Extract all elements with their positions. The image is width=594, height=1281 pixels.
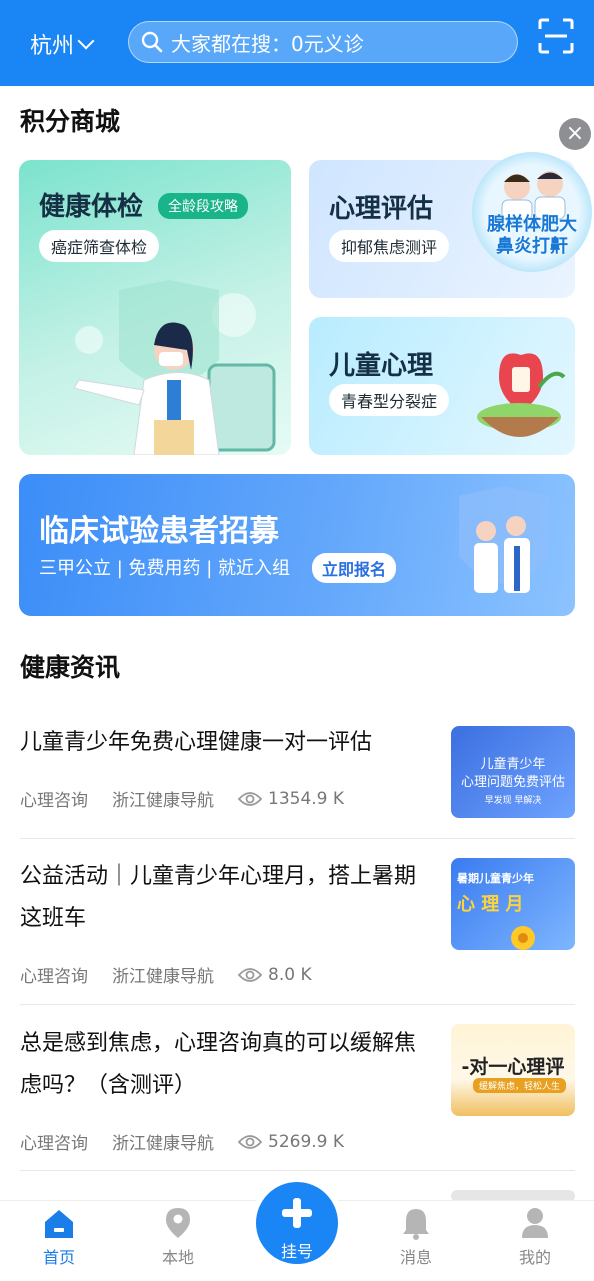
age-guide-tag: 全龄段攻略 [158, 193, 248, 219]
floating-ad-text: 腺样体肥大 鼻炎打鼾 [487, 214, 577, 257]
thumb-line: 心理问题免费评估 [460, 775, 565, 790]
divider [20, 1170, 575, 1171]
banner-title: 临床试验患者招募 [39, 514, 279, 549]
location-pin-icon [166, 1208, 190, 1238]
news-title: 总是感到焦虑，心理咨询真的可以缓解焦虑吗？（含测评） [20, 1031, 417, 1098]
thumb-line: 心 理 月 [457, 894, 524, 915]
child-psych-card[interactable]: 儿童心理 青春型分裂症 [309, 317, 575, 455]
scan-icon[interactable] [538, 18, 574, 54]
close-icon: × [565, 121, 585, 146]
banner-doctors-illustration [459, 486, 549, 593]
psych-eval-title: 心理评估 [329, 194, 434, 224]
divider [20, 1004, 575, 1005]
child-psych-title: 儿童心理 [329, 351, 434, 381]
tab-register-label: 挂号 [280, 1242, 313, 1261]
news-category: 心理咨询 [20, 1134, 88, 1154]
psych-eval-subtitle: 抑郁焦虑测评 [329, 230, 450, 262]
search-placeholder: 大家都在搜：0元义诊 [171, 31, 364, 56]
news-source: 浙江健康导航 [112, 791, 214, 811]
chevron-down-icon [77, 32, 95, 50]
close-ad-button[interactable]: × [559, 118, 591, 150]
news-views: 5269.9 K [238, 1132, 368, 1152]
news-view-count: 1354.9 K [268, 788, 345, 809]
thumb-line: 暑期儿童青少年 [457, 872, 534, 885]
news-meta: 心理咨询 浙江健康导航 8.0 K [20, 962, 336, 988]
news-thumbnail: 儿童青少年 心理问题免费评估 早发现 早解决 [451, 726, 575, 818]
news-title: 儿童青少年免费心理健康一对一评估 [20, 730, 373, 755]
search-bar[interactable]: 大家都在搜：0元义诊 [128, 21, 518, 63]
city-selector[interactable]: 杭州 [30, 28, 95, 60]
news-meta: 心理咨询 浙江健康导航 5269.9 K [20, 1129, 368, 1155]
eye-icon [238, 1134, 262, 1149]
thumb-line: 缓解焦虑，轻松人生 [473, 1078, 567, 1093]
banner-subtitle: 三甲公立 | 免费用药 | 就近入组 [39, 558, 291, 579]
health-check-subtitle: 癌症筛查体检 [39, 230, 160, 262]
tab-mine-label: 我的 [518, 1248, 551, 1267]
divider [20, 838, 575, 839]
doctor-illustration [73, 280, 276, 455]
eye-icon [238, 967, 262, 982]
news-meta: 心理咨询 浙江健康导航 1354.9 K [20, 786, 368, 812]
news-views: 8.0 K [238, 965, 336, 985]
register-now-button[interactable]: 立即报名 [312, 553, 397, 583]
register-fab-button[interactable]: 挂号 [256, 1182, 338, 1264]
tab-messages-label: 消息 [399, 1248, 432, 1267]
child-psych-illustration [477, 353, 566, 437]
tab-home-label: 首页 [42, 1248, 75, 1267]
news-source: 浙江健康导航 [112, 1134, 214, 1154]
plus-icon [282, 1198, 312, 1228]
news-category: 心理咨询 [20, 967, 88, 987]
search-icon [141, 31, 163, 53]
tab-local-label: 本地 [161, 1248, 194, 1267]
news-category: 心理咨询 [20, 791, 88, 811]
user-icon [522, 1208, 548, 1238]
news-source: 浙江健康导航 [112, 967, 214, 987]
tab-messages[interactable]: 消息 [376, 1204, 456, 1268]
tab-home[interactable]: 首页 [19, 1204, 99, 1268]
home-icon [45, 1210, 73, 1238]
thumb-line: 早发现 早解决 [484, 796, 542, 806]
flower-illustration [511, 926, 535, 950]
thumb-line: 儿童青少年 [480, 757, 546, 772]
health-check-card[interactable]: 健康体检 癌症筛查体检 [19, 160, 291, 455]
tab-mine[interactable]: 我的 [495, 1204, 575, 1268]
child-psych-subtitle: 青春型分裂症 [329, 384, 450, 416]
news-thumbnail: -对一心理评 缓解焦虑，轻松人生 [451, 1024, 575, 1116]
news-thumbnail: 暑期儿童青少年 心 理 月 [451, 858, 575, 950]
city-label: 杭州 [30, 34, 75, 59]
section-title-news: 健康资讯 [20, 653, 121, 682]
tab-local[interactable]: 本地 [138, 1204, 218, 1268]
health-check-title: 健康体检 [39, 192, 144, 222]
thumb-line: -对一心理评 [461, 1056, 565, 1078]
bell-icon [403, 1209, 429, 1240]
news-views: 1354.9 K [238, 789, 368, 809]
section-title-mall: 积分商城 [20, 107, 121, 136]
news-view-count: 5269.9 K [268, 1131, 345, 1152]
news-title: 公益活动｜儿童青少年心理月，搭上暑期这班车 [20, 864, 417, 931]
eye-icon [238, 791, 262, 806]
news-view-count: 8.0 K [268, 964, 312, 985]
